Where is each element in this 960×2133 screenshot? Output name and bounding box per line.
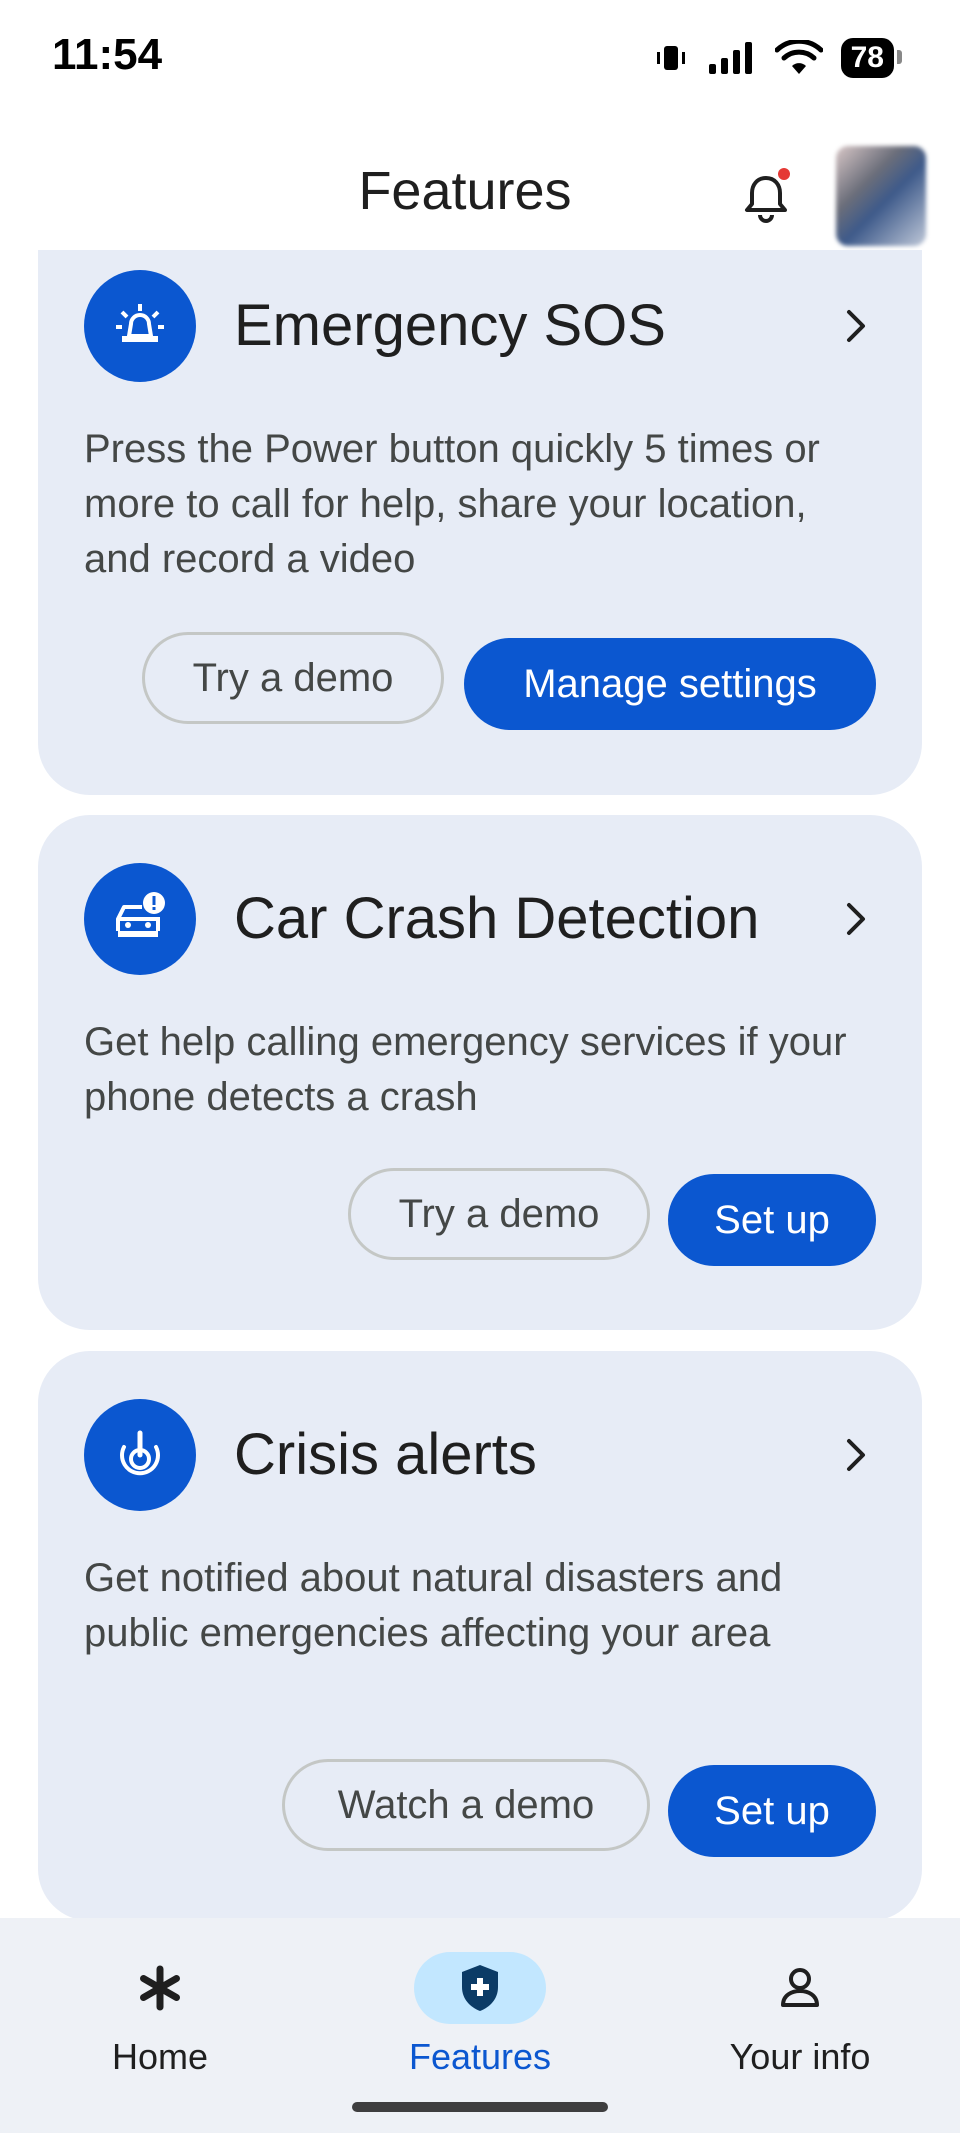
card-description: Press the Power button quickly 5 times o… — [84, 427, 820, 581]
card-title: Car Crash Detection — [234, 886, 760, 951]
nav-label-your-info: Your info — [729, 2036, 871, 2077]
car-crash-icon — [84, 863, 196, 975]
card-car-crash-detection[interactable]: Car Crash Detection Get help calling eme… — [38, 815, 922, 1330]
nav-item-your-info[interactable]: Your info — [650, 1930, 950, 2080]
chevron-right-icon[interactable] — [836, 306, 876, 346]
try-demo-button[interactable]: Try a demo — [142, 632, 444, 724]
chevron-right-icon[interactable] — [836, 1435, 876, 1475]
wifi-icon — [774, 40, 823, 74]
vibrate-icon — [656, 46, 685, 70]
asterisk-icon — [94, 1952, 226, 2024]
crisis-alert-icon — [84, 1399, 196, 1511]
card-crisis-alerts[interactable]: Crisis alerts Get notified about natural… — [38, 1351, 922, 1921]
card-emergency-sos[interactable]: Emergency SOS Press the Power button qui… — [38, 250, 922, 795]
signal-icon — [708, 42, 752, 74]
set-up-button[interactable]: Set up — [668, 1174, 876, 1266]
chevron-right-icon[interactable] — [836, 899, 876, 939]
person-icon — [734, 1952, 866, 2024]
home-indicator — [352, 2102, 608, 2112]
status-bar: 11:54 78 — [0, 0, 960, 110]
nav-item-features[interactable]: Features — [330, 1930, 630, 2080]
card-description: Get notified about natural disasters and… — [84, 1556, 783, 1655]
status-time: 11:54 — [52, 30, 163, 79]
app-header: Features — [0, 140, 960, 260]
bottom-nav: Home Features Your info — [0, 1918, 960, 2133]
nav-label-features: Features — [408, 2036, 552, 2077]
battery-indicator: 78 — [840, 38, 903, 78]
watch-demo-button[interactable]: Watch a demo — [282, 1759, 650, 1851]
set-up-button[interactable]: Set up — [668, 1765, 876, 1857]
card-title: Emergency SOS — [234, 293, 666, 358]
card-description: Get help calling emergency services if y… — [84, 1020, 847, 1119]
notification-dot — [778, 168, 790, 180]
shield-icon — [414, 1952, 546, 2024]
try-demo-button[interactable]: Try a demo — [348, 1168, 650, 1260]
manage-settings-button[interactable]: Manage settings — [464, 638, 876, 730]
siren-icon — [84, 270, 196, 382]
nav-item-home[interactable]: Home — [10, 1930, 310, 2080]
avatar[interactable] — [836, 146, 926, 246]
nav-label-home: Home — [111, 2036, 209, 2077]
status-icons: 78 — [653, 38, 903, 78]
card-title: Crisis alerts — [234, 1422, 537, 1487]
